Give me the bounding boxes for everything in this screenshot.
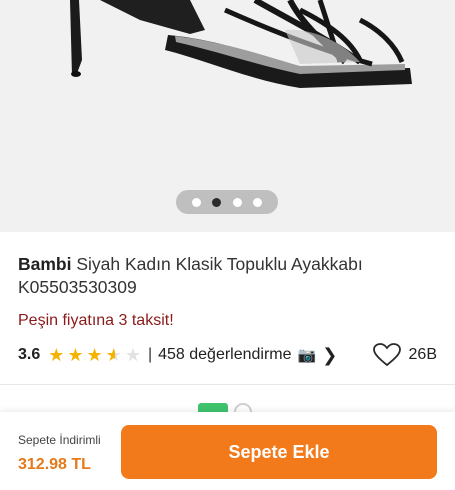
discount-price: 312.98 TL: [18, 456, 91, 473]
carousel-dot[interactable]: [232, 197, 242, 207]
star-empty-icon: ★: [124, 345, 141, 365]
star-full-icon: ★: [48, 345, 65, 365]
rating-score: 3.6: [18, 346, 41, 363]
star-full-icon: ★: [67, 345, 84, 365]
carousel-dot-active[interactable]: [212, 197, 222, 207]
product-title: Bambi Siyah Kadın Klasik Topuklu Ayakkab…: [18, 253, 443, 299]
review-count-link[interactable]: 458 değerlendirme: [158, 346, 291, 364]
carousel-dot[interactable]: [191, 197, 201, 207]
product-image-gallery[interactable]: [0, 0, 455, 232]
favorite-count: 26B: [408, 346, 437, 363]
section-divider: [0, 384, 455, 385]
rating-row[interactable]: 3.6 ★ ★ ★ ★ ★ | 458 değerlendirme 📷 ❯ 26…: [18, 343, 443, 367]
carousel-indicator[interactable]: [176, 190, 278, 214]
discount-price-label: Sepete İndirimli: [18, 433, 101, 447]
chevron-right-icon[interactable]: ❯: [322, 345, 337, 366]
camera-icon: 📷: [297, 347, 317, 364]
heart-outline-icon[interactable]: [372, 343, 401, 367]
rating-stars: ★ ★ ★ ★ ★: [48, 346, 144, 364]
favorite-button[interactable]: 26B: [372, 343, 437, 367]
installment-promo: Peşin fiyatına 3 taksit!: [18, 312, 174, 329]
carousel-dot[interactable]: [253, 197, 263, 207]
bottom-purchase-bar: Sepete İndirimli 312.98 TL Sepete Ekle: [0, 412, 455, 490]
star-full-icon: ★: [86, 345, 103, 365]
add-to-cart-button[interactable]: Sepete Ekle: [121, 425, 437, 479]
star-half-icon: ★: [105, 345, 122, 365]
brand-name[interactable]: Bambi: [18, 254, 71, 274]
rating-separator: |: [147, 346, 153, 363]
